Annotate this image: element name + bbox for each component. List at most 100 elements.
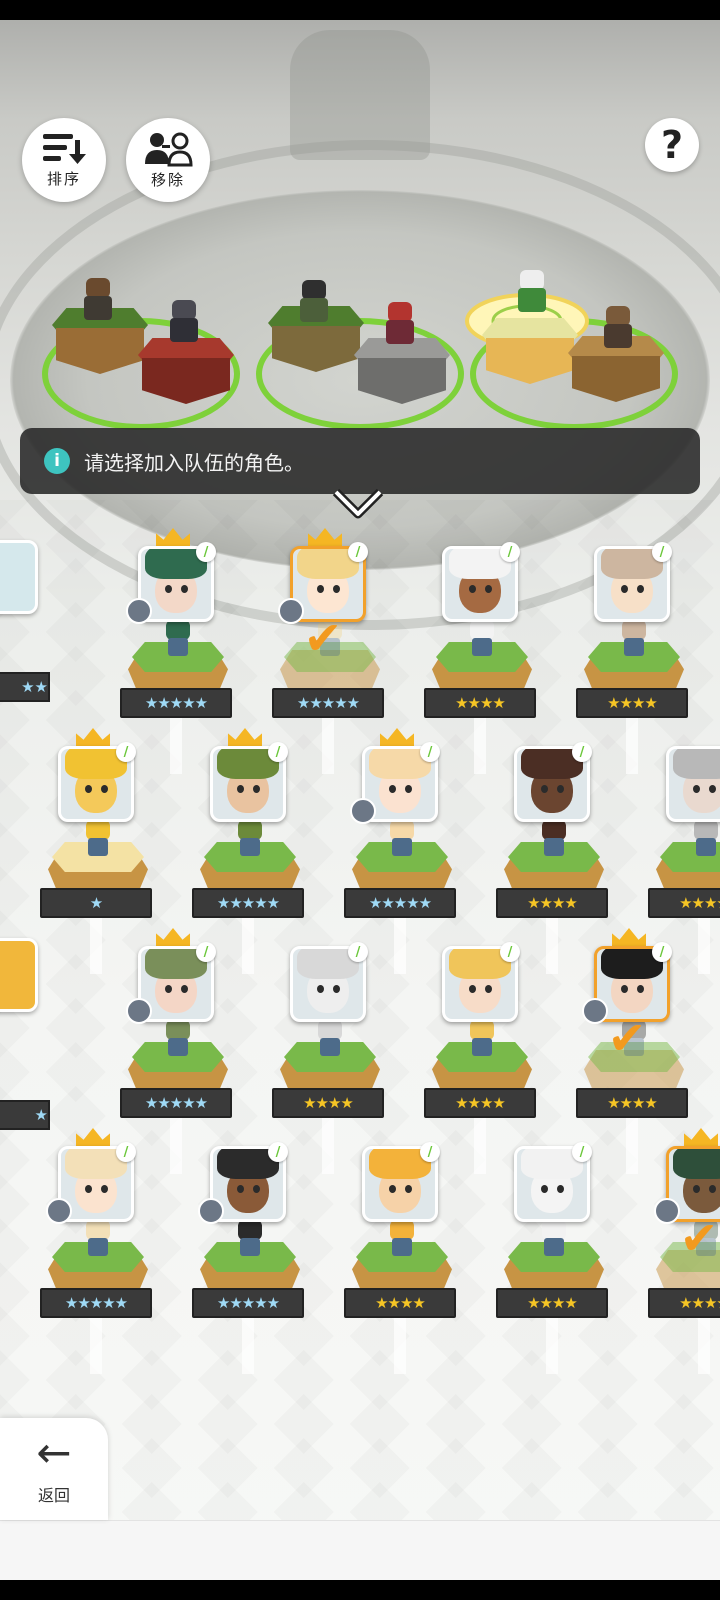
element-badge-icon: /	[268, 742, 288, 762]
star-rating: ★★★★	[576, 688, 688, 718]
selected-check-icon: ✔	[607, 1011, 647, 1065]
hero-card[interactable]: / ★★★★★	[120, 528, 240, 774]
hero-sprite	[536, 1220, 572, 1260]
sand-block	[482, 318, 578, 388]
remove-button[interactable]: 移除	[126, 118, 210, 202]
hero-card[interactable]: / ★★★★	[424, 938, 544, 1174]
hero-pole	[698, 914, 710, 974]
hero-pole	[322, 1114, 334, 1174]
star-rating: ★★★★★	[120, 1088, 232, 1118]
hero-card[interactable]: / ★★★★	[424, 538, 544, 774]
hero-portrait[interactable]	[666, 746, 720, 822]
star-rating: ★★★★★	[120, 688, 232, 718]
hero-card[interactable]: / ✔ ★★★★★	[272, 528, 392, 774]
star-rating: ★★★★	[424, 1088, 536, 1118]
hero-pole	[322, 714, 334, 774]
star-rating: ★★★★	[424, 688, 536, 718]
heart-block	[138, 338, 234, 408]
help-button[interactable]: ?	[645, 118, 699, 172]
hero-sprite	[232, 1220, 268, 1260]
hero-pole	[394, 1314, 406, 1374]
equipment-icon	[126, 598, 152, 624]
unit-sprite	[598, 306, 638, 352]
hero-pole	[626, 1114, 638, 1174]
hero-card[interactable]: / ★★★★★	[192, 1138, 312, 1374]
hero-card[interactable]: / ★★★★	[344, 1138, 464, 1374]
star-rating: ★★★★	[648, 888, 720, 918]
hero-pole	[90, 914, 102, 974]
element-badge-icon: /	[500, 942, 520, 962]
hero-card[interactable]: / ★★★★	[496, 1138, 616, 1374]
hero-pole	[90, 1314, 102, 1374]
hero-sprite	[616, 620, 652, 660]
unit-sprite	[512, 270, 552, 316]
hero-card[interactable]: / ★	[40, 728, 160, 974]
hero-sprite	[384, 820, 420, 860]
element-badge-icon: /	[652, 942, 672, 962]
info-icon: i	[44, 448, 70, 474]
hero-card[interactable]: / ★★★★	[496, 738, 616, 974]
sort-icon	[43, 133, 86, 164]
element-badge-icon: /	[116, 742, 136, 762]
star-rating: ★★★★	[648, 1288, 720, 1318]
element-badge-icon: /	[196, 542, 216, 562]
star-plate-partial: ★	[0, 1100, 50, 1130]
collapse-chevron-icon[interactable]	[330, 486, 386, 520]
element-badge-icon: /	[348, 542, 368, 562]
hero-sprite	[464, 1020, 500, 1060]
hero-card[interactable]: / ★★★★	[272, 938, 392, 1174]
hero-pole	[170, 714, 182, 774]
star-rating: ★	[40, 888, 152, 918]
hero-card[interactable]: / ★★★★	[648, 738, 720, 974]
star-rating: ★★★★	[344, 1288, 456, 1318]
sort-button[interactable]: 排序	[22, 118, 106, 202]
unit-sprite	[294, 280, 334, 326]
selected-check-icon: ✔	[679, 1211, 719, 1265]
element-badge-icon: /	[420, 1142, 440, 1162]
hero-portrait-partial[interactable]	[0, 938, 38, 1012]
hero-card[interactable]: / ✔ ★★★★	[576, 928, 696, 1174]
help-icon: ?	[660, 123, 684, 167]
hero-sprite	[688, 820, 720, 860]
hint-banner: i 请选择加入队伍的角色。	[20, 428, 700, 494]
system-nav-bar	[0, 1580, 720, 1600]
hero-pole	[242, 1314, 254, 1374]
equipment-icon	[126, 998, 152, 1024]
unit-sprite	[380, 302, 420, 348]
star-rating: ★★★★★	[192, 1288, 304, 1318]
element-badge-icon: /	[196, 942, 216, 962]
hero-portrait-partial[interactable]	[0, 540, 38, 614]
star-plate-partial: ★★	[0, 672, 50, 702]
hero-card[interactable]: / ★★★★★	[192, 728, 312, 974]
remove-label: 移除	[150, 170, 185, 189]
star-rating: ★★★★	[496, 888, 608, 918]
star-rating: ★★★★★	[272, 688, 384, 718]
hero-sprite	[232, 820, 268, 860]
hero-pole	[546, 914, 558, 974]
star-rating: ★★★★★	[344, 888, 456, 918]
hero-pole	[698, 1314, 710, 1374]
star-rating: ★★★★	[576, 1088, 688, 1118]
hero-card[interactable]: /✔★★★★	[648, 1128, 720, 1374]
hero-card[interactable]: / ★★★★★	[120, 928, 240, 1174]
back-arrow-icon: ←	[36, 1428, 72, 1477]
element-badge-icon: /	[572, 1142, 592, 1162]
stone-block	[354, 338, 450, 408]
star-rating: ★★★★★	[40, 1288, 152, 1318]
remove-member-icon	[145, 132, 193, 166]
back-button[interactable]: ← 返回	[0, 1418, 108, 1520]
hero-card[interactable]: / ★★★★★	[344, 728, 464, 974]
hero-sprite	[80, 1220, 116, 1260]
element-badge-icon: /	[348, 942, 368, 962]
status-bar	[0, 0, 720, 20]
hint-text: 请选择加入队伍的角色。	[84, 450, 304, 475]
hero-sprite	[384, 1220, 420, 1260]
element-badge-icon: /	[420, 742, 440, 762]
hero-sprite	[80, 820, 116, 860]
hero-card[interactable]: / ★★★★	[576, 538, 696, 774]
hero-sprite	[160, 620, 196, 660]
hero-sprite	[464, 620, 500, 660]
hero-pole	[546, 1314, 558, 1374]
star-rating: ★★★★	[496, 1288, 608, 1318]
hero-card[interactable]: / ★★★★★	[40, 1128, 160, 1374]
